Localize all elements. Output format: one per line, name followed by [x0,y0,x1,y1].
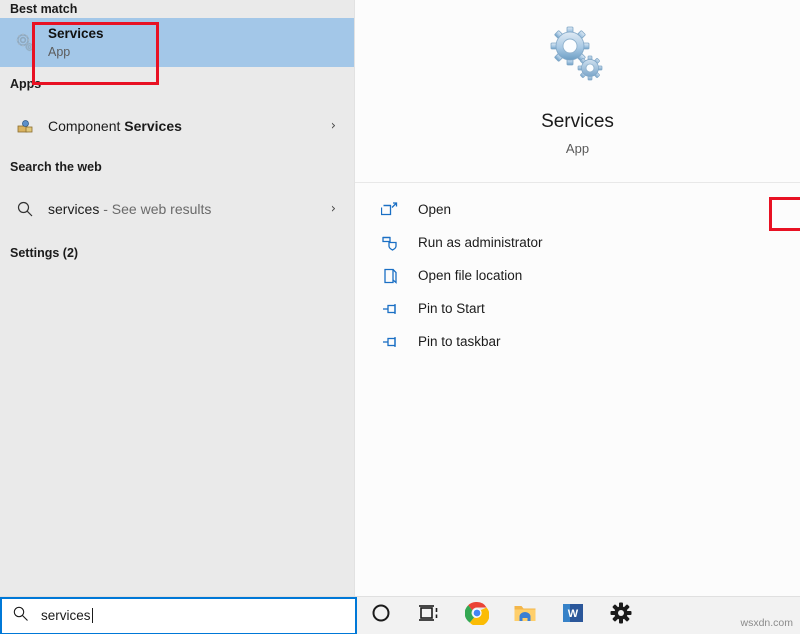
search-results-pane: Best match [0,0,355,596]
watermark: wsxdn.com [740,617,793,629]
file-explorer-button[interactable] [501,597,549,634]
search-the-web-header: Search the web [0,150,354,184]
app-preview-title: Services [541,110,614,134]
best-match-title: Services [48,25,104,42]
action-open-file-location-label: Open file location [418,268,522,283]
gear-icon [610,602,632,629]
task-view-icon [418,603,440,628]
word-icon: W [562,602,584,629]
folder-icon [513,602,537,629]
chevron-right-icon[interactable]: › [331,118,336,133]
best-match-result-services[interactable]: Services App [0,18,354,67]
services-gears-icon [546,24,610,88]
svg-text:W: W [568,608,579,620]
services-gears-icon [10,28,40,58]
action-run-as-administrator-label: Run as administrator [418,235,543,250]
text-caret [92,608,93,623]
chrome-icon [465,601,489,630]
app-preview-type: App [566,141,589,156]
shield-run-icon [379,232,401,254]
app-preview-header: Services App [355,0,800,183]
taskbar-search-input[interactable]: services [0,597,357,634]
web-result-query: services [48,201,99,217]
open-window-icon [379,199,401,221]
best-match-header: Best match [0,0,354,18]
pin-icon [379,298,401,320]
app-result-component-services[interactable]: Component Services › [0,101,354,150]
best-match-text: Services App [48,25,104,61]
action-pin-to-taskbar[interactable]: Pin to taskbar [355,325,800,358]
web-result-services[interactable]: services - See web results › [0,184,354,233]
search-icon [12,605,29,627]
word-button[interactable]: W [549,597,597,634]
app-result-prefix: Component [48,118,124,134]
action-pin-to-start-label: Pin to Start [418,301,485,316]
web-result-suffix: - See web results [99,201,211,217]
settings-button[interactable] [597,597,645,634]
pin-icon [379,331,401,353]
search-icon [10,194,40,224]
chrome-button[interactable] [453,597,501,634]
app-action-list: Open Run as administrator [355,183,800,358]
action-run-as-administrator[interactable]: Run as administrator [355,226,800,259]
taskbar: services [0,596,800,634]
action-pin-to-start[interactable]: Pin to Start [355,292,800,325]
cortana-button[interactable] [357,597,405,634]
chevron-right-icon[interactable]: › [331,201,336,216]
web-result-text: services - See web results [48,201,211,217]
apps-header: Apps [0,67,354,101]
app-result-label: Component Services [48,117,182,135]
action-open-file-location[interactable]: Open file location [355,259,800,292]
app-result-highlight: Services [124,118,182,134]
component-services-icon [10,111,40,141]
cortana-circle-icon [371,603,391,628]
app-result-text: Component Services [48,117,182,135]
settings-header: Settings (2) [0,233,354,273]
action-pin-to-taskbar-label: Pin to taskbar [418,334,501,349]
folder-open-icon [379,265,401,287]
start-menu-search-panel: Best match [0,0,800,596]
windows-start-menu-screen: Best match [0,0,800,634]
task-view-button[interactable] [405,597,453,634]
best-match-subtitle: App [48,44,104,61]
action-open-label: Open [418,202,451,217]
search-input-value: services [41,608,91,623]
web-result-label: services - See web results [48,201,211,217]
taskbar-buttons: W [357,597,645,634]
action-open[interactable]: Open [355,193,800,226]
app-preview-pane: Services App Open [355,0,800,596]
